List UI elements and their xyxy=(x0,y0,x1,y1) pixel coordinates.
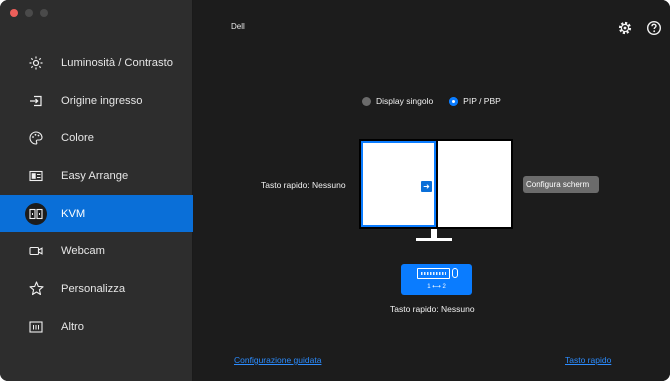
sidebar-item-input-source[interactable]: Origine ingresso xyxy=(0,82,193,120)
hotkey-link[interactable]: Tasto rapido xyxy=(565,355,611,365)
radio-display-single[interactable]: Display singolo xyxy=(362,96,433,106)
keyboard-icon xyxy=(417,268,450,279)
sidebar-item-label: Altro xyxy=(61,320,85,333)
window-controls xyxy=(10,9,48,17)
close-button[interactable] xyxy=(10,9,18,17)
pane-right[interactable] xyxy=(438,141,511,227)
input-source-icon xyxy=(27,92,45,110)
display-mode-group: Display singolo PIP / PBP xyxy=(362,96,501,106)
minimize-button[interactable] xyxy=(25,9,33,17)
main-panel: Dell Display singolo PIP / PBP Tasto rap… xyxy=(194,0,670,381)
zoom-button[interactable] xyxy=(40,9,48,17)
monitor-preview: ➜ xyxy=(359,139,513,229)
sidebar-item-label: Webcam xyxy=(61,245,105,258)
sidebar-item-label: Personalizza xyxy=(61,282,126,295)
kvm-icon xyxy=(25,202,47,225)
guided-setup-link[interactable]: Configurazione guidata xyxy=(234,355,321,365)
switch-arrow-icon[interactable]: ➜ xyxy=(421,181,432,192)
radio-indicator xyxy=(362,96,371,106)
sidebar-item-webcam[interactable]: Webcam xyxy=(0,232,193,270)
sidebar: Luminosità / Contrasto Origine ingresso … xyxy=(0,0,193,381)
sidebar-nav: Luminosità / Contrasto Origine ingresso … xyxy=(0,44,193,346)
mouse-icon xyxy=(452,268,458,278)
sidebar-item-label: Easy Arrange xyxy=(61,169,129,182)
monitor-stand-base xyxy=(416,238,452,241)
sidebar-item-label: Origine ingresso xyxy=(61,94,143,107)
sidebar-item-brightness[interactable]: Luminosità / Contrasto xyxy=(0,44,193,82)
sidebar-item-label: KVM xyxy=(61,207,86,220)
help-icon[interactable] xyxy=(646,20,662,36)
brand-label: Dell xyxy=(231,22,245,31)
app-window: Luminosità / Contrasto Origine ingresso … xyxy=(0,0,670,381)
radio-indicator-selected xyxy=(449,96,459,106)
brightness-icon xyxy=(27,54,45,72)
palette-icon xyxy=(27,129,45,147)
more-icon xyxy=(27,318,45,336)
sidebar-item-personalize[interactable]: Personalizza xyxy=(0,270,193,308)
sidebar-item-color[interactable]: Colore xyxy=(0,119,193,157)
hotkey-label-left: Tasto rapido: Nessuno xyxy=(261,180,346,190)
kvm-switch-button[interactable]: 1 ⟷ 2 xyxy=(401,264,472,295)
hotkey-label-bottom: Tasto rapido: Nessuno xyxy=(390,304,475,314)
radio-label: Display singolo xyxy=(376,96,434,106)
monitor-stand-neck xyxy=(431,229,437,238)
radio-label: PIP / PBP xyxy=(463,96,501,106)
kvm-switch-label: 1 ⟷ 2 xyxy=(427,284,446,290)
webcam-icon xyxy=(27,242,45,260)
star-icon xyxy=(27,280,45,298)
sidebar-item-easy-arrange[interactable]: Easy Arrange xyxy=(0,157,193,195)
radio-pip-pbp[interactable]: PIP / PBP xyxy=(449,96,501,106)
sidebar-item-label: Luminosità / Contrasto xyxy=(61,56,173,69)
sidebar-item-other[interactable]: Altro xyxy=(0,308,193,346)
layout-icon xyxy=(27,167,45,185)
pane-left[interactable]: ➜ xyxy=(361,141,436,227)
gear-icon[interactable] xyxy=(617,20,633,36)
configure-screen-button[interactable]: Configura scherm xyxy=(523,176,599,193)
sidebar-item-label: Colore xyxy=(61,132,94,145)
sidebar-item-kvm[interactable]: KVM xyxy=(0,194,193,233)
